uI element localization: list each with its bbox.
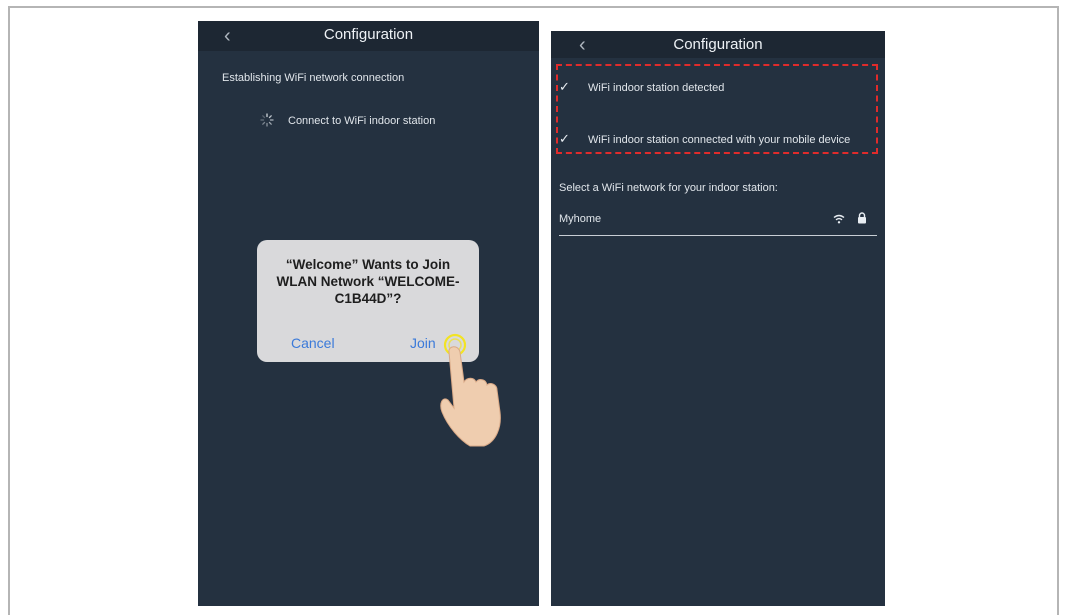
network-list-item[interactable]: Myhome	[559, 207, 877, 236]
status-text: Establishing WiFi network connection	[222, 72, 405, 84]
lock-icon	[858, 212, 866, 224]
step-connect-text: Connect to WiFi indoor station	[288, 115, 436, 127]
select-network-prompt: Select a WiFi network for your indoor st…	[559, 182, 778, 194]
nav-bar: ‹ Configuration	[551, 31, 885, 58]
check-icon: ✓	[559, 79, 570, 94]
cancel-button[interactable]: Cancel	[291, 335, 335, 351]
nav-title: Configuration	[673, 36, 763, 53]
nav-title: Configuration	[323, 26, 414, 43]
network-name: Myhome	[559, 213, 602, 225]
wifi-signal-icon	[833, 214, 845, 224]
right-phone-screen: ‹ Configuration ✓ WiFi indoor station de…	[551, 31, 885, 606]
check-connected-text: WiFi indoor station connected with your …	[588, 134, 851, 146]
dialog-message: “Welcome” Wants to Join WLAN Network “WE…	[276, 257, 460, 306]
loading-spinner-icon	[260, 113, 274, 127]
check-icon: ✓	[559, 131, 570, 146]
nav-bar: ‹ Configuration	[198, 21, 539, 51]
tapping-hand-icon	[440, 333, 501, 447]
check-detected-text: WiFi indoor station detected	[588, 82, 725, 94]
join-button[interactable]: Join	[410, 335, 436, 351]
left-phone-screen: ‹ Configuration Establishing WiFi networ…	[198, 21, 539, 606]
